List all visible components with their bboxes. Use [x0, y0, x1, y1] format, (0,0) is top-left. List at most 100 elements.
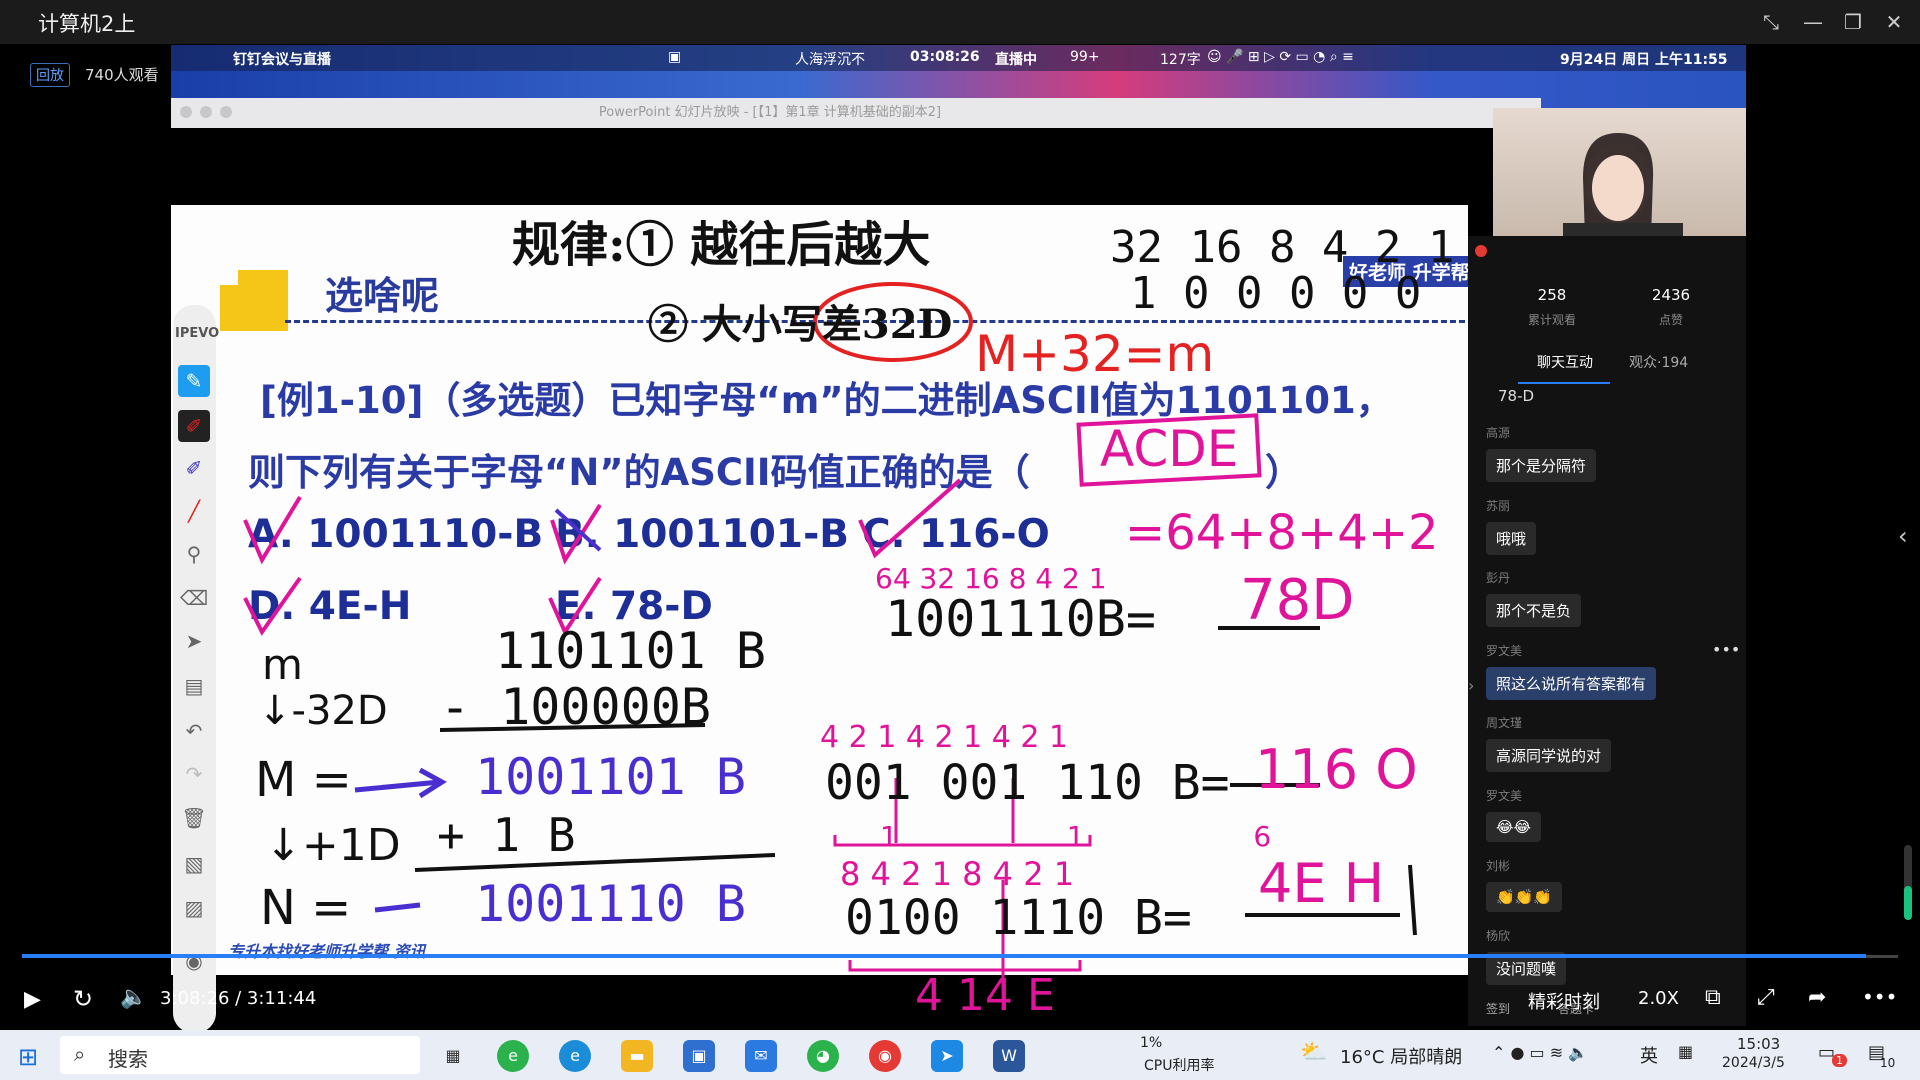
ink-cap-n: N = — [260, 880, 352, 936]
ink-oct-digits: 1 1 6 — [880, 820, 1352, 853]
replay-icon[interactable]: ↻ — [73, 985, 93, 1013]
volume-level — [1904, 886, 1912, 920]
chat-message: 哦哦 — [1486, 522, 1537, 555]
signin-button[interactable]: 签到 — [1486, 1000, 1510, 1017]
dingtalk-icon[interactable]: ➤ — [931, 1040, 963, 1072]
stamp-icon[interactable]: ⚲ — [178, 538, 210, 570]
windows-start-icon[interactable]: ⊞ — [18, 1043, 38, 1071]
ink-arrow-2 — [374, 902, 421, 913]
tab-chat[interactable]: 聊天互动 — [1537, 352, 1593, 372]
ink-oct-weights: 4 2 1 4 2 1 4 2 1 — [820, 720, 1069, 755]
ink-check-a — [243, 495, 302, 565]
cpu-percent: 1% — [1140, 1035, 1163, 1051]
ink-cap-m-bin: 1001101 B — [475, 748, 746, 806]
mail-icon[interactable]: ✉ — [745, 1040, 777, 1072]
ink-hex-digits: 4 14 E — [915, 970, 1055, 1021]
toolbox-icon[interactable]: ▤ — [178, 670, 210, 702]
close-dot-icon[interactable] — [1475, 245, 1487, 257]
presenter-figure — [1563, 133, 1683, 238]
chat-author: 刘彬 — [1486, 859, 1511, 873]
collapse-chevron-icon[interactable]: › — [1468, 676, 1474, 695]
ink-rule-2: ② 大小写差32D — [648, 301, 953, 348]
stat-views-label: 累计观看 — [1527, 313, 1576, 327]
pointer-icon[interactable]: ➤ — [178, 625, 210, 657]
chat-author: 杨欣 — [1486, 929, 1511, 943]
task-view-icon[interactable]: ▦ — [437, 1040, 469, 1072]
action-center-count: 10 — [1880, 1056, 1896, 1070]
clock-time: 15:03 — [1737, 1035, 1781, 1053]
fullscreen-icon[interactable]: ⤢ — [1757, 985, 1775, 1010]
word-icon[interactable]: W — [993, 1040, 1025, 1072]
edge-icon[interactable]: e — [559, 1040, 591, 1072]
play-icon[interactable]: ▶ — [24, 987, 41, 1012]
weather-text: 16°C 局部晴朗 — [1340, 1047, 1463, 1068]
ink-hex-val: 4E H — [1258, 852, 1385, 915]
presenter-camera — [1493, 108, 1746, 238]
chat-author: 罗文美 — [1486, 789, 1523, 803]
chat-partial-message: 78-D — [1498, 387, 1535, 405]
chat-message: 那个不是负 — [1486, 594, 1582, 627]
progress-fill — [22, 954, 1867, 958]
tray-icons[interactable]: ⌃ ● ▭ ≋ 🔈 — [1492, 1043, 1588, 1062]
more-options-icon[interactable]: ••• — [1862, 985, 1897, 1009]
ink-oct-val: 116 O — [1255, 738, 1418, 801]
ime-indicator[interactable]: 英 — [1640, 1042, 1658, 1068]
ink-plus-bin: + 1 B — [437, 808, 576, 862]
blue-pen-icon[interactable]: ✐ — [178, 452, 210, 484]
tab-underline — [1518, 382, 1610, 384]
chat-message: 高源同学说的对 — [1486, 739, 1612, 772]
redo-icon[interactable]: ↷ — [178, 758, 210, 790]
ink-rule-title: 规律:① 越往后越大 — [512, 217, 931, 273]
stat-likes-label: 点赞 — [1658, 313, 1683, 327]
red-pen-icon[interactable]: ✐ — [178, 410, 210, 442]
speed-button[interactable]: 2.0X — [1638, 988, 1679, 1009]
clock-date: 2024/3/5 — [1722, 1055, 1785, 1071]
ink-m-label: m — [262, 640, 303, 689]
ink-weights-bin: 1 0 0 0 0 0 — [1130, 268, 1422, 319]
chat-message: 👏👏👏 — [1486, 882, 1563, 912]
chat-author: 周文瑾 — [1486, 716, 1523, 730]
wechat-icon[interactable]: ◕ — [807, 1040, 839, 1072]
ink-hex-bracket — [848, 960, 1082, 972]
search-icon: ⌕ — [74, 1042, 86, 1066]
search-placeholder: 搜索 — [108, 1047, 148, 1071]
camera-icon[interactable]: ◉ — [178, 945, 210, 977]
playback-time: 3:08:26 / 3:11:44 — [160, 988, 317, 1009]
ink-plus-label: ↓+1D — [265, 820, 401, 871]
chat-message-selected[interactable]: 照这么说所有答案都有 — [1486, 667, 1657, 700]
ink-check-d — [243, 576, 302, 636]
trash-icon[interactable]: 🗑 — [178, 802, 210, 834]
side-expand-chevron-icon[interactable]: ‹ — [1898, 522, 1908, 550]
weather-icon: ⛅ — [1300, 1040, 1328, 1065]
volume-icon[interactable]: 🔈 — [120, 985, 147, 1010]
music-icon[interactable]: ◉ — [869, 1040, 901, 1072]
eraser-icon[interactable]: ⌫ — [178, 582, 210, 614]
more-icon[interactable]: ••• — [1712, 640, 1740, 659]
chat-author: 彭丹 — [1486, 571, 1511, 585]
highlights-button[interactable]: 精彩时刻 — [1528, 988, 1600, 1014]
taskbar-search[interactable]: ⌕ 搜索 — [60, 1036, 420, 1074]
ink-m-bin: 1101101 B — [495, 622, 766, 680]
pip-icon[interactable]: ⧉ — [1705, 985, 1721, 1010]
screenshot-icon[interactable]: ▧ — [178, 848, 210, 880]
chat-author: 高源 — [1486, 426, 1511, 440]
tab-audience[interactable]: 观众·194 — [1629, 352, 1688, 372]
ink-cap-m: M = — [255, 752, 352, 808]
ink-oct-bin: 001 001 110 B= — [825, 755, 1230, 811]
chat-author: 罗文美 — [1486, 644, 1523, 658]
gallery-icon[interactable]: ▨ — [178, 892, 210, 924]
store-icon[interactable]: ▣ — [683, 1040, 715, 1072]
chat-message: 😂😂 — [1486, 812, 1542, 842]
ink-weights-row: 32 16 8 4 2 1 — [1110, 222, 1455, 273]
keyboard-icon[interactable]: ▦ — [1678, 1042, 1693, 1061]
share-icon[interactable]: ➦ — [1808, 985, 1826, 1010]
folder-icon[interactable]: ▬ — [621, 1040, 653, 1072]
stat-likes-value: 2436 — [1651, 286, 1691, 304]
notification-badge: 1 — [1832, 1054, 1847, 1067]
pen-select-icon[interactable]: ✎ — [178, 365, 210, 397]
undo-icon[interactable]: ↶ — [178, 715, 210, 747]
ink-hex-weights: 8 4 2 1 8 4 2 1 — [840, 855, 1075, 893]
browser-icon[interactable]: e — [497, 1040, 529, 1072]
line-tool-icon[interactable]: ╱ — [178, 495, 210, 527]
toolbar-brand: IPEVO — [175, 326, 220, 341]
